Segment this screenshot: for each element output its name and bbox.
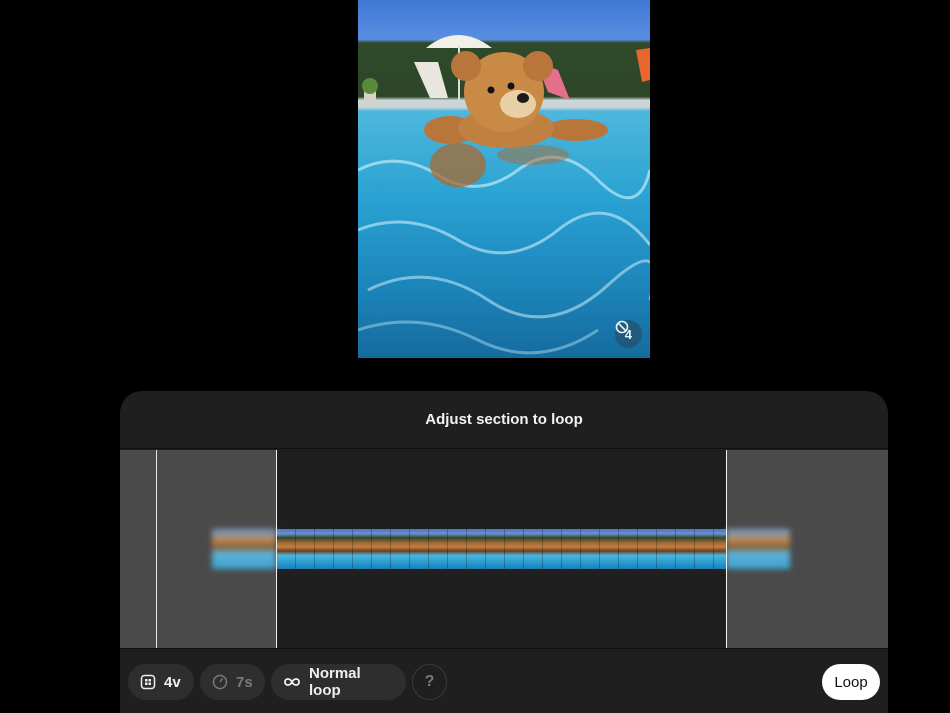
variants-button[interactable]: 4v xyxy=(128,664,194,700)
loop-toolbar: 4v 7s Normal loop ? Loop xyxy=(120,648,888,713)
filmstrip-excluded-right xyxy=(726,529,790,569)
loop-end-handle[interactable] xyxy=(726,450,727,648)
duration-label: 7s xyxy=(236,673,253,691)
filmstrip-excluded-left xyxy=(212,529,276,569)
variants-label: 4v xyxy=(164,673,181,691)
variant-badge[interactable]: 4 xyxy=(614,320,642,348)
playhead[interactable] xyxy=(156,450,157,648)
loop-panel: Adjust section to loop 4v 7s Normal loop… xyxy=(120,391,888,713)
spiral-icon xyxy=(615,320,629,334)
clock-icon xyxy=(212,674,228,690)
help-label: ? xyxy=(424,673,435,690)
duration-button[interactable]: 7s xyxy=(200,664,265,700)
loop-mode-button[interactable]: Normal loop xyxy=(271,664,406,700)
infinity-icon xyxy=(284,678,300,686)
loop-button[interactable]: Loop xyxy=(822,664,880,700)
video-preview[interactable]: 4 xyxy=(358,0,650,358)
help-button[interactable]: ? xyxy=(412,664,447,700)
preview-illustration xyxy=(358,35,650,355)
loop-mode-label: Normal loop xyxy=(309,665,361,699)
filmstrip-selected xyxy=(276,529,726,569)
grid-icon xyxy=(140,674,156,690)
loop-timeline[interactable] xyxy=(120,450,888,648)
loop-button-label: Loop xyxy=(834,673,868,691)
panel-title: Adjust section to loop xyxy=(425,411,583,428)
panel-header: Adjust section to loop xyxy=(120,391,888,449)
loop-start-handle[interactable] xyxy=(276,450,277,648)
editor-stage: 4 Adjust section to loop 4v 7s Normal lo… xyxy=(0,0,950,713)
